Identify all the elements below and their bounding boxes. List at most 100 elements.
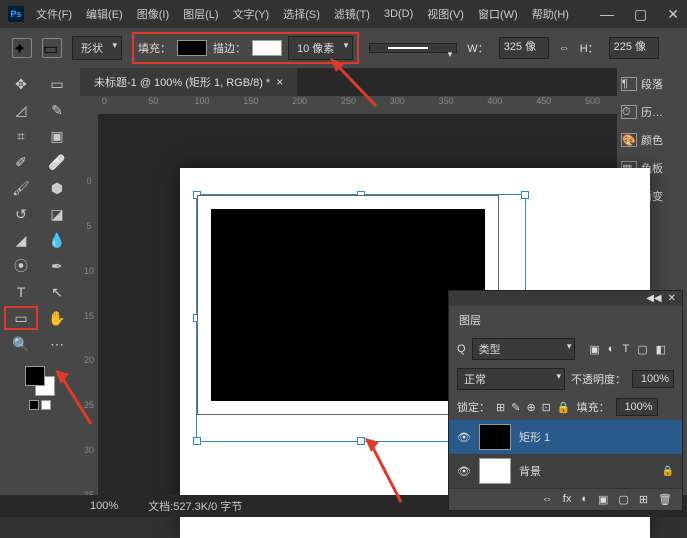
gradient-tool[interactable]: ◢ [4,228,38,252]
panel-close-icon[interactable]: ✕ [668,293,676,304]
adjustment-icon[interactable]: ▣ [598,493,608,506]
zoom-level[interactable]: 100% [90,500,118,512]
panel-color[interactable]: 🎨颜色 [621,132,683,148]
handle-tr[interactable] [521,191,529,199]
opacity-input[interactable]: 100% [632,370,674,388]
heal-tool[interactable]: 🩹 [40,150,74,174]
panel-paragraph[interactable]: ¶段落 [621,76,683,92]
menu-layer[interactable]: 图层(L) [183,6,218,22]
mini-swap-icon[interactable] [41,400,51,410]
close-icon[interactable]: ✕ [667,6,679,23]
shape-type-icon[interactable]: ▭ [42,38,62,58]
lock-pos-icon[interactable]: ⊕ [526,401,535,414]
filter-type-dropdown[interactable]: 类型 [472,338,576,360]
layer-background[interactable]: 👁 背景 🔒 [449,454,682,488]
quick-select-tool[interactable]: ✎ [40,98,74,122]
menu-3d[interactable]: 3D(D) [384,8,413,20]
doc-close-icon[interactable]: × [276,75,283,89]
layer-name[interactable]: 矩形 1 [519,429,550,445]
layers-footer: ⇔ fx ◐ ▣ ▢ ⊞ 🗑 [449,488,682,510]
fill-opacity-label: 填充： [577,399,610,415]
layers-tab[interactable]: 图层 [449,306,682,334]
layer-thumb[interactable] [479,458,511,484]
height-label: H： [580,40,599,56]
mask-icon[interactable]: ◐ [581,493,588,506]
menu-select[interactable]: 选择(S) [283,6,320,22]
width-input[interactable]: 325 像 [499,37,549,59]
stroke-swatch[interactable] [252,40,282,56]
layers-panel-header: ◀◀ ✕ [449,291,682,306]
new-layer-icon[interactable]: ⊞ [639,493,648,506]
history-brush-tool[interactable]: ↺ [4,202,38,226]
filter-adjust-icon[interactable]: ◐ [608,343,615,356]
panel-collapse-icon[interactable]: ◀◀ [646,293,661,304]
menu-filter[interactable]: 滤镜(T) [334,6,370,22]
height-input[interactable]: 225 像 [609,37,659,59]
rectangle-tool[interactable]: ▭ [4,306,38,330]
blur-tool[interactable]: 💧 [40,228,74,252]
fx-icon[interactable]: fx [563,493,572,506]
link-wh-icon[interactable]: ⇔ [559,42,570,54]
hand-tool[interactable]: ✋ [40,306,74,330]
filter-smart-icon[interactable]: ◧ [656,343,666,356]
menu-type[interactable]: 文字(Y) [233,6,270,22]
lock-pixel-icon[interactable]: ✎ [511,401,520,414]
frame-tool[interactable]: ▣ [40,124,74,148]
layer-thumb[interactable] [479,424,511,450]
rect-marquee-tool[interactable]: ▭ [40,72,74,96]
stroke-style-dropdown[interactable] [369,43,457,53]
delete-layer-icon[interactable]: 🗑 [658,493,672,506]
menu-help[interactable]: 帮助(H) [532,6,569,22]
fill-swatch[interactable] [177,40,207,56]
doc-info[interactable]: 文档:527.3K/0 字节 [148,498,242,514]
filter-type-icon[interactable]: T [622,343,629,356]
mini-default-icon[interactable] [29,400,39,410]
link-layers-icon[interactable]: ⇔ [542,493,553,506]
menu-edit[interactable]: 编辑(E) [86,6,123,22]
shape-mode-dropdown[interactable]: 形状 [72,36,122,60]
menu-file[interactable]: 文件(F) [36,6,72,22]
color-pickers [4,366,76,410]
type-tool[interactable]: T [4,280,38,304]
pen-tool[interactable]: ✒ [40,254,74,278]
group-icon[interactable]: ▢ [618,493,628,506]
brush-tool[interactable]: 🖌 [4,176,38,200]
stroke-width-input[interactable]: 10 像素 [288,36,353,60]
eyedropper-tool[interactable]: ✐ [4,150,38,174]
window-controls: — ▢ ✕ [600,6,679,23]
dodge-tool[interactable]: ⦿ [4,254,38,278]
stamp-tool[interactable]: ⬢ [40,176,74,200]
blend-mode-dropdown[interactable]: 正常 [457,368,565,390]
edit-toolbar[interactable]: ⋯ [40,332,74,356]
filter-pixel-icon[interactable]: ▣ [589,343,599,356]
lasso-tool[interactable]: ◿ [4,98,38,122]
move-tool[interactable]: ✥ [4,72,38,96]
handle-bl[interactable] [193,437,201,445]
fill-opacity-input[interactable]: 100% [616,398,658,416]
eraser-tool[interactable]: ◪ [40,202,74,226]
layer-name[interactable]: 背景 [519,463,541,479]
fill-stroke-highlight: 填充： 描边： 10 像素 [132,32,359,64]
menu-view[interactable]: 视图(V) [427,6,464,22]
fg-bg-swatch[interactable] [25,366,55,396]
lock-nest-icon[interactable]: ⊡ [542,401,551,414]
handle-b[interactable] [357,437,365,445]
menu-window[interactable]: 窗口(W) [478,6,518,22]
menu-image[interactable]: 图像(I) [137,6,169,22]
visibility-icon[interactable]: 👁 [457,465,471,478]
layer-rect1[interactable]: 👁 矩形 1 [449,420,682,454]
maximize-icon[interactable]: ▢ [634,6,647,23]
filter-shape-icon[interactable]: ▢ [637,343,647,356]
minimize-icon[interactable]: — [600,6,614,23]
crop-tool[interactable]: ⌗ [4,124,38,148]
width-label: W： [467,40,488,56]
fg-color[interactable] [25,366,45,386]
lock-icon[interactable]: 🔒 [557,401,571,414]
visibility-icon[interactable]: 👁 [457,431,471,444]
document-tab[interactable]: 未标题-1 @ 100% (矩形 1, RGB/8) * × [80,68,297,96]
zoom-tool[interactable]: 🔍 [4,332,38,356]
panel-history[interactable]: ⏱历… [621,104,683,120]
path-select-tool[interactable]: ↖ [40,280,74,304]
lock-all-icon[interactable]: ⊞ [496,401,505,414]
tool-preset-icon[interactable]: ✦ [12,38,32,58]
